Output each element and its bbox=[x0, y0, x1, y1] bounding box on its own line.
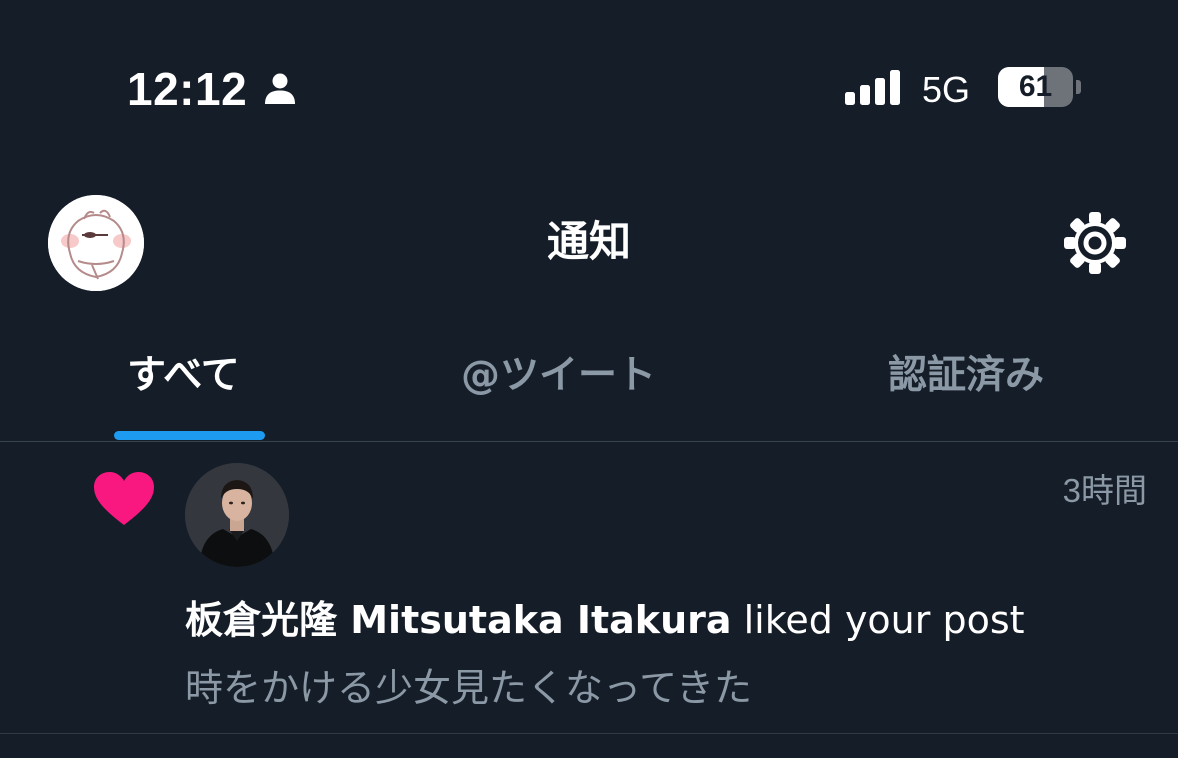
notification-item[interactable]: 3時間 板倉光隆 Mitsutaka Itakura liked your po… bbox=[0, 443, 1178, 734]
tab-verified[interactable]: 認証済み bbox=[888, 348, 1044, 408]
notifications-screen: 12:12 5G 61 通知 すべて @ツイート 認証済み 3時間 板倉光隆 M… bbox=[0, 0, 1178, 758]
tab-all[interactable]: すべて bbox=[127, 348, 240, 408]
tab-mentions[interactable]: @ツイート bbox=[461, 348, 656, 408]
notification-timestamp: 3時間 bbox=[1062, 472, 1147, 509]
active-tab-indicator bbox=[114, 431, 265, 440]
notification-text: 板倉光隆 Mitsutaka Itakura liked your post bbox=[185, 595, 1145, 645]
status-bar: 12:12 5G 61 bbox=[0, 0, 1178, 160]
page-title: 通知 bbox=[546, 217, 631, 266]
person-icon bbox=[265, 73, 295, 104]
battery-indicator: 61 bbox=[998, 67, 1082, 109]
battery-tip bbox=[1076, 80, 1081, 94]
notification-user-name[interactable]: 板倉光隆 Mitsutaka Itakura bbox=[185, 598, 732, 642]
cellular-signal-icon bbox=[845, 70, 900, 105]
user-avatar[interactable] bbox=[185, 463, 289, 567]
heart-icon bbox=[94, 472, 154, 525]
battery-level: 61 bbox=[1018, 70, 1053, 103]
gear-icon[interactable] bbox=[1062, 210, 1128, 276]
notification-tabs: すべて @ツイート 認証済み bbox=[0, 330, 1178, 442]
post-preview[interactable]: 時をかける少女見たくなってきた bbox=[185, 663, 1145, 713]
status-time: 12:12 bbox=[127, 63, 248, 115]
notification-action: liked your post bbox=[731, 598, 1025, 642]
battery-body: 61 bbox=[998, 67, 1073, 107]
user-avatar-photo bbox=[185, 463, 289, 567]
network-type: 5G bbox=[922, 69, 971, 110]
